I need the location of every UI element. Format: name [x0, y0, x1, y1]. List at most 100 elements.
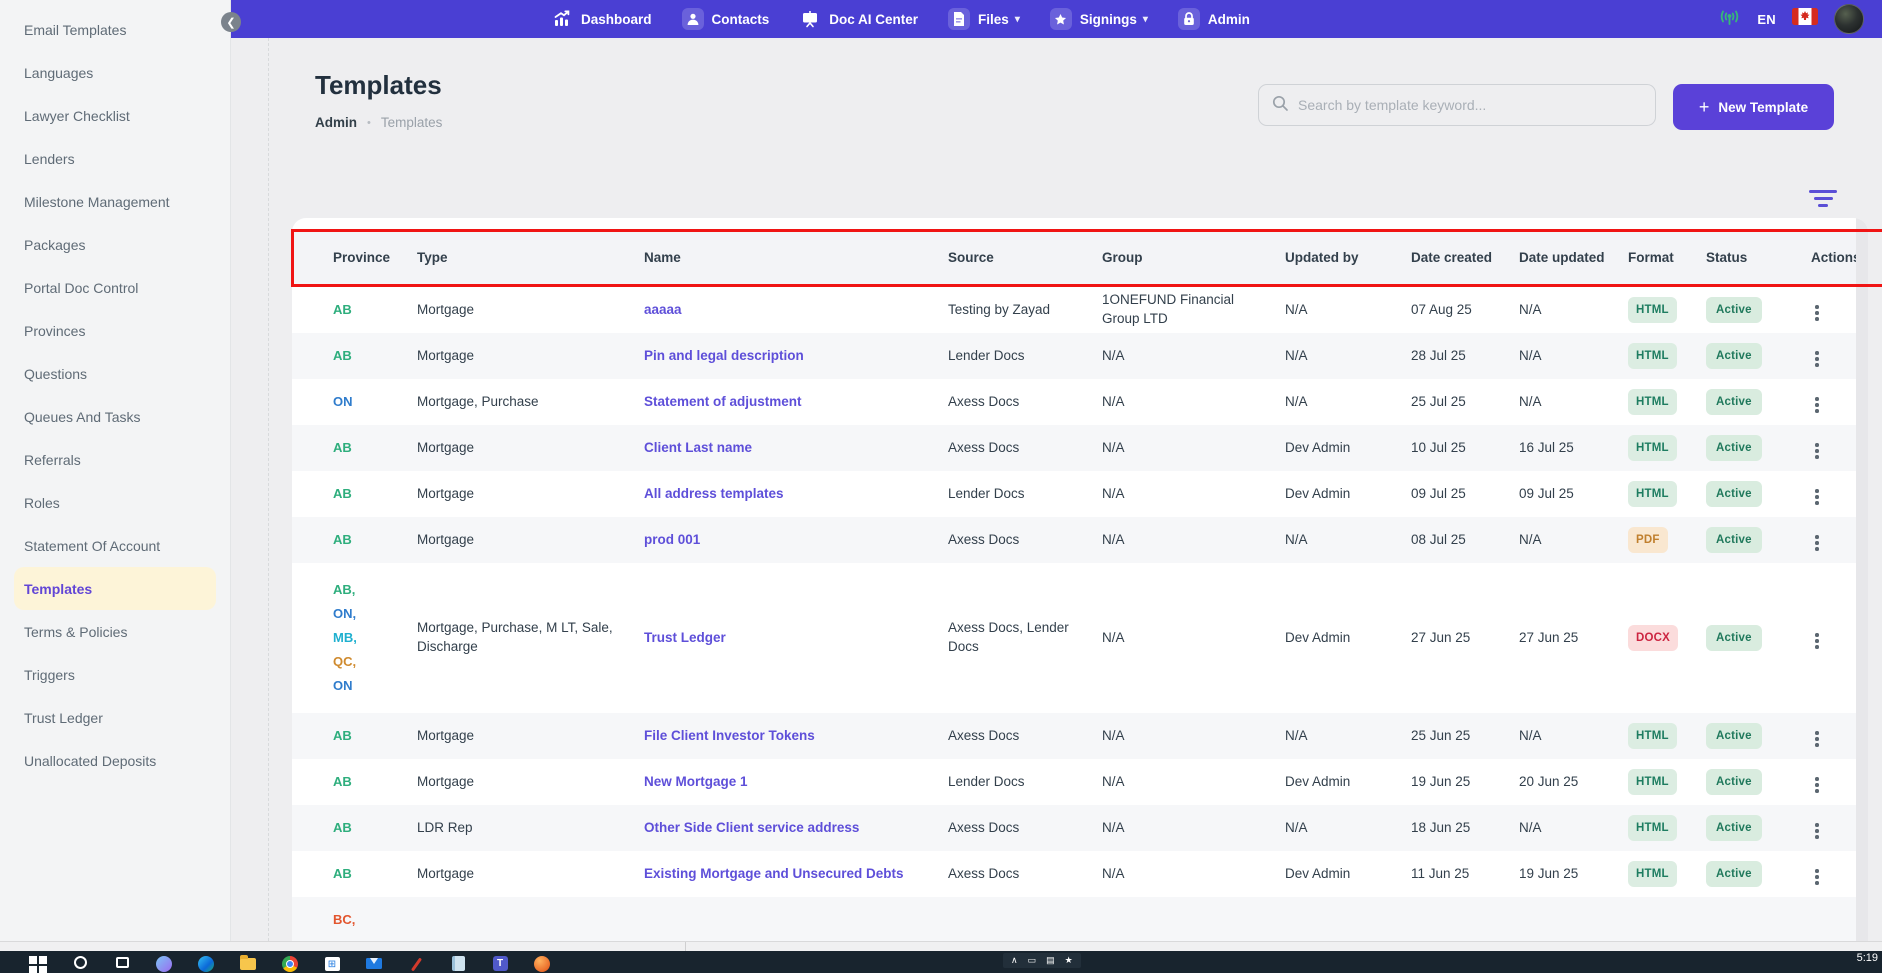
sidebar-item-provinces[interactable]: Provinces — [0, 309, 216, 352]
filter-icon[interactable] — [1808, 190, 1838, 208]
taskbar-task-view-icon[interactable] — [112, 954, 132, 973]
table-scrollbar[interactable] — [1856, 218, 1868, 941]
sidebar-item-statement-of-account[interactable]: Statement Of Account — [0, 524, 216, 567]
column-header-name[interactable]: Name — [634, 249, 939, 268]
template-name-link[interactable]: File Client Investor Tokens — [644, 728, 815, 743]
horizontal-scrollbar[interactable] — [0, 941, 1882, 952]
sidebar-item-roles[interactable]: Roles — [0, 481, 216, 524]
template-name-link[interactable]: Trust Ledger — [644, 630, 726, 645]
cell-actions — [1775, 434, 1856, 463]
template-name-link[interactable]: Existing Mortgage and Unsecured Debts — [644, 866, 904, 881]
taskbar-store-icon[interactable]: ⊞ — [322, 954, 342, 973]
connection-status-icon[interactable] — [1718, 8, 1741, 31]
cell-name: All address templates — [634, 485, 939, 504]
chevron-down-icon: ▾ — [1142, 13, 1148, 25]
cell-status: Active — [1699, 624, 1775, 652]
row-actions-menu-icon[interactable] — [1811, 347, 1823, 371]
tray-star-icon[interactable]: ★ — [1065, 955, 1073, 966]
nav-item-contacts[interactable]: Contacts — [681, 8, 769, 30]
row-actions-menu-icon[interactable] — [1811, 439, 1823, 463]
template-name-link[interactable]: All address templates — [644, 486, 784, 501]
breadcrumb-admin[interactable]: Admin — [315, 115, 357, 130]
sidebar-item-portal-doc-control[interactable]: Portal Doc Control — [0, 266, 216, 309]
taskbar-mail-icon[interactable] — [364, 954, 384, 973]
sidebar-item-triggers[interactable]: Triggers — [0, 653, 216, 696]
template-name-link[interactable]: Pin and legal description — [644, 348, 804, 363]
system-tray: ∧ ▭ ▤ ★ — [1003, 953, 1081, 968]
row-actions-menu-icon[interactable] — [1811, 865, 1823, 889]
taskbar-search-icon[interactable] — [70, 954, 90, 973]
sidebar-item-queues-and-tasks[interactable]: Queues And Tasks — [0, 395, 216, 438]
row-actions-menu-icon[interactable] — [1811, 393, 1823, 417]
sidebar-item-packages[interactable]: Packages — [0, 223, 216, 266]
table-row: AB Mortgage Pin and legal description Le… — [292, 333, 1868, 379]
taskbar-teams-icon[interactable]: T — [490, 954, 510, 973]
sidebar-item-lawyer-checklist[interactable]: Lawyer Checklist — [0, 94, 216, 137]
cell-date-updated: N/A — [1519, 301, 1542, 317]
nav-item-admin[interactable]: Admin — [1177, 8, 1250, 30]
admin-sidebar: Email Templates Languages Lawyer Checkli… — [0, 0, 231, 941]
sidebar-item-trust-ledger[interactable]: Trust Ledger — [0, 696, 216, 739]
search-input[interactable] — [1298, 97, 1643, 113]
nav-item-signings[interactable]: Signings ▾ — [1049, 8, 1148, 30]
row-actions-menu-icon[interactable] — [1811, 629, 1823, 653]
sidebar-item-terms-policies[interactable]: Terms & Policies — [0, 610, 216, 653]
template-name-link[interactable]: New Mortgage 1 — [644, 774, 748, 789]
taskbar-shield-icon[interactable] — [532, 954, 552, 973]
language-selector[interactable]: EN — [1757, 12, 1776, 27]
template-name-link[interactable]: Client Last name — [644, 440, 752, 455]
nav-item-files[interactable]: Files ▾ — [948, 8, 1020, 30]
template-name-link[interactable]: prod 001 — [644, 532, 700, 547]
column-header-status[interactable]: Status — [1699, 249, 1775, 268]
user-avatar[interactable] — [1834, 4, 1864, 34]
column-header-date-created[interactable]: Date created — [1399, 249, 1507, 268]
sidebar-item-unallocated-deposits[interactable]: Unallocated Deposits — [0, 739, 216, 782]
row-actions-menu-icon[interactable] — [1811, 485, 1823, 509]
template-search[interactable] — [1258, 84, 1656, 126]
cell-source: Axess Docs — [948, 439, 1020, 455]
sidebar-collapse-button[interactable]: ❮ — [221, 12, 241, 32]
taskbar-pen-icon[interactable] — [406, 954, 426, 973]
cell-actions — [1775, 526, 1856, 555]
row-actions-menu-icon[interactable] — [1811, 773, 1823, 797]
template-name-link[interactable]: Other Side Client service address — [644, 820, 859, 835]
taskbar-edge-icon[interactable] — [196, 954, 216, 973]
row-actions-menu-icon[interactable] — [1811, 727, 1823, 751]
taskbar-notepad-icon[interactable] — [448, 954, 468, 973]
row-actions-menu-icon[interactable] — [1811, 819, 1823, 843]
column-header-date-updated[interactable]: Date updated — [1507, 249, 1619, 268]
column-header-source[interactable]: Source — [939, 249, 1094, 268]
nav-item-doc-ai-center[interactable]: Doc AI Center — [799, 8, 918, 30]
sidebar-item-referrals[interactable]: Referrals — [0, 438, 216, 481]
tray-chevron-up-icon[interactable]: ∧ — [1011, 955, 1018, 966]
column-header-type[interactable]: Type — [404, 249, 634, 268]
new-template-button[interactable]: + New Template — [1673, 84, 1834, 130]
taskbar-clock[interactable]: 5:19 — [1857, 952, 1878, 964]
tray-monitor-icon[interactable]: ▭ — [1028, 955, 1037, 966]
row-actions-menu-icon[interactable] — [1811, 531, 1823, 555]
tray-folder-icon[interactable]: ▤ — [1046, 955, 1055, 966]
column-header-province[interactable]: Province — [292, 249, 404, 268]
row-actions-menu-icon[interactable] — [1811, 301, 1823, 325]
format-badge: PDF — [1628, 526, 1668, 554]
sidebar-item-email-templates[interactable]: Email Templates — [0, 8, 216, 51]
template-name-link[interactable]: aaaaa — [644, 302, 682, 317]
sidebar-item-templates[interactable]: Templates — [14, 567, 216, 610]
column-header-format[interactable]: Format — [1619, 249, 1699, 268]
column-header-actions[interactable]: Actions — [1775, 249, 1861, 268]
column-header-group[interactable]: Group — [1094, 249, 1274, 268]
cell-format: HTML — [1619, 388, 1699, 416]
column-header-updated-by[interactable]: Updated by — [1274, 249, 1399, 268]
status-badge: Active — [1706, 526, 1762, 554]
sidebar-item-languages[interactable]: Languages — [0, 51, 216, 94]
sidebar-item-lenders[interactable]: Lenders — [0, 137, 216, 180]
taskbar-chrome-icon[interactable] — [280, 954, 300, 973]
taskbar-copilot-icon[interactable] — [154, 954, 174, 973]
taskbar-start-icon[interactable] — [28, 954, 48, 973]
sidebar-item-questions[interactable]: Questions — [0, 352, 216, 395]
taskbar-file-explorer-icon[interactable] — [238, 954, 258, 973]
cell-name: Pin and legal description — [634, 347, 939, 366]
sidebar-item-milestone-management[interactable]: Milestone Management — [0, 180, 216, 223]
nav-item-dashboard[interactable]: Dashboard — [551, 8, 652, 30]
template-name-link[interactable]: Statement of adjustment — [644, 394, 802, 409]
